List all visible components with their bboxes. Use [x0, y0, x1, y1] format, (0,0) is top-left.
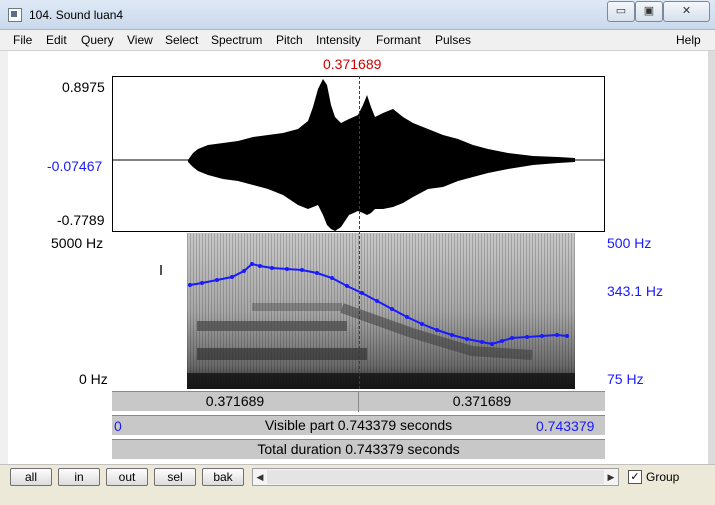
cursor-time-label: 0.371689: [323, 56, 382, 72]
group-checkbox[interactable]: ✓: [628, 470, 642, 484]
pitch-mid-label: 343.1 Hz: [607, 283, 664, 299]
zoom-back-button[interactable]: bak: [202, 468, 244, 486]
right-edge: [708, 51, 715, 464]
pitch-top-label: 500 Hz: [607, 235, 652, 251]
total-duration-bar[interactable]: Total duration 0.743379 seconds: [112, 439, 605, 459]
pitch-bottom-label: 75 Hz: [607, 371, 644, 387]
horizontal-scrollbar[interactable]: ◀ ▶: [252, 468, 619, 486]
spectrogram-top-label: 5000 Hz: [51, 235, 104, 251]
selection-bar: 0.371689 0.371689: [112, 391, 605, 412]
maximize-button[interactable]: ▣: [635, 1, 663, 22]
menu-spectrum[interactable]: Spectrum: [211, 33, 262, 47]
group-label: Group: [646, 470, 680, 484]
menu-edit[interactable]: Edit: [46, 33, 67, 47]
praat-sound-window: 104. Sound luan4 ▭ ▣ ✕ File Edit Query V…: [0, 0, 715, 505]
zoom-in-button[interactable]: in: [58, 468, 100, 486]
scroll-left-icon[interactable]: ◀: [253, 469, 267, 485]
left-segment[interactable]: 0.371689: [112, 392, 359, 412]
wave-min-label: -0.7789: [57, 212, 105, 228]
visible-start-label: 0: [114, 418, 122, 434]
total-duration-label: Total duration 0.743379 seconds: [257, 441, 460, 457]
menu-formant[interactable]: Formant: [376, 33, 421, 47]
wave-mid-label: -0.07467: [47, 158, 103, 174]
menu-query[interactable]: Query: [81, 33, 114, 47]
menu-select[interactable]: Select: [165, 33, 198, 47]
app-icon: [8, 8, 22, 22]
menu-pitch[interactable]: Pitch: [276, 33, 303, 47]
right-segment[interactable]: 0.371689: [359, 392, 605, 412]
spectrogram-bottom-label: 0 Hz: [79, 371, 108, 387]
zoom-out-button[interactable]: out: [106, 468, 148, 486]
window-controls: ▭ ▣ ✕: [607, 1, 710, 22]
wave-max-label: 0.8975: [62, 79, 105, 95]
menu-bar: File Edit Query View Select Spectrum Pit…: [0, 30, 715, 51]
menu-intensity[interactable]: Intensity: [316, 33, 361, 47]
zoom-selection-button[interactable]: sel: [154, 468, 196, 486]
visible-end-label: 0.743379: [536, 418, 595, 434]
visible-part-label: Visible part 0.743379 seconds: [264, 417, 453, 433]
close-button[interactable]: ✕: [663, 1, 710, 22]
scroll-thumb[interactable]: [267, 470, 604, 484]
menu-pulses[interactable]: Pulses: [435, 33, 471, 47]
title-bar: 104. Sound luan4 ▭ ▣ ✕: [0, 0, 715, 30]
cursor-line: [359, 76, 360, 389]
visible-part-bar[interactable]: Visible part 0.743379 seconds: [112, 415, 605, 435]
menu-help[interactable]: Help: [676, 33, 701, 47]
minimize-button[interactable]: ▭: [607, 1, 635, 22]
scroll-right-icon[interactable]: ▶: [604, 469, 618, 485]
bottom-toolbar: all in out sel bak ◀ ▶ ✓ Group: [0, 464, 715, 505]
window-title: 104. Sound luan4: [29, 8, 124, 22]
menu-file[interactable]: File: [13, 33, 32, 47]
zoom-all-button[interactable]: all: [10, 468, 52, 486]
menu-view[interactable]: View: [127, 33, 153, 47]
